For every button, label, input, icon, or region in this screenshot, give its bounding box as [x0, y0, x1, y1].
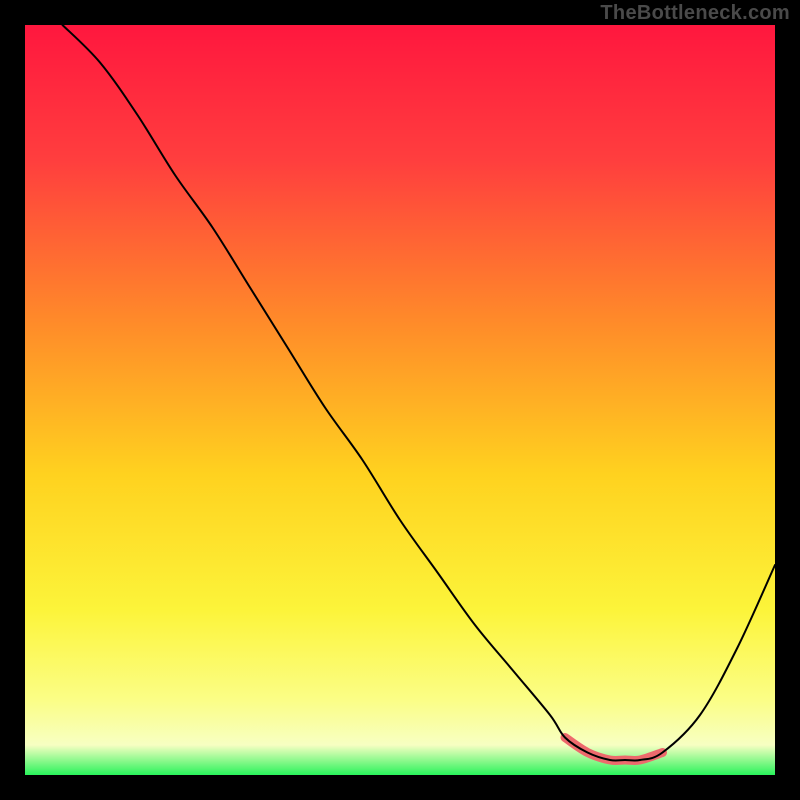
chart-stage: TheBottleneck.com — [0, 0, 800, 800]
chart-svg — [25, 25, 775, 775]
plot-area — [25, 25, 775, 775]
chart-background — [25, 25, 775, 775]
watermark-label: TheBottleneck.com — [600, 2, 790, 25]
